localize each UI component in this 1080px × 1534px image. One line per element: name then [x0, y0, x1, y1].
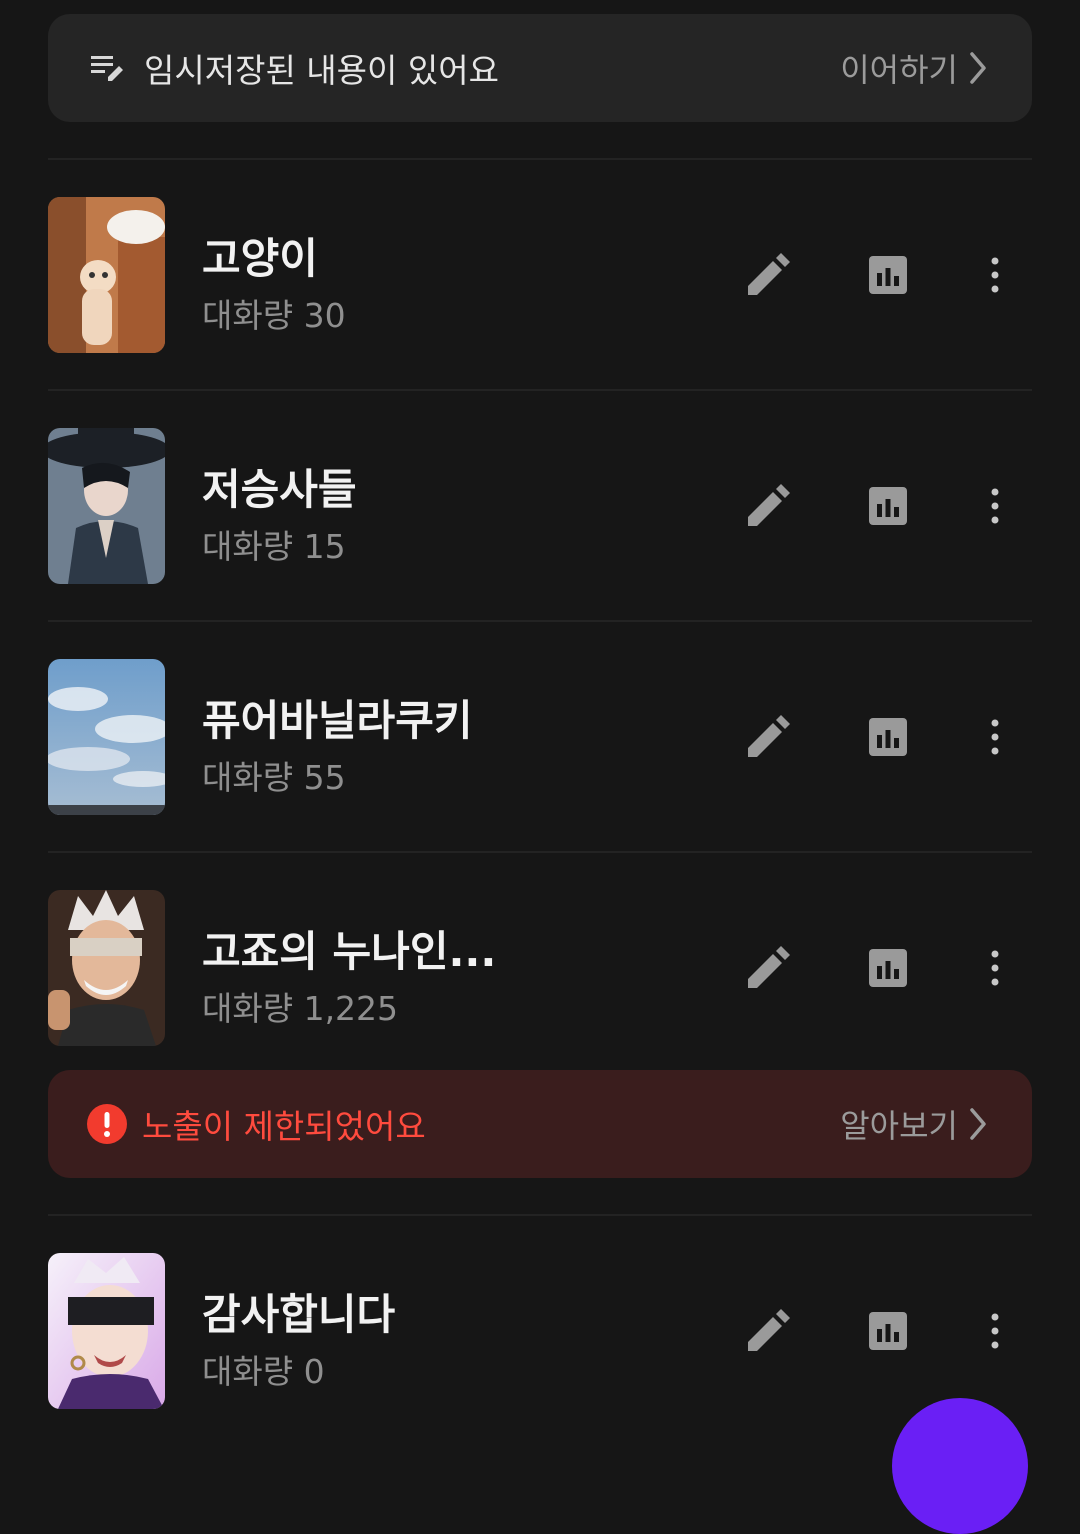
- continue-link[interactable]: 이어하기: [840, 45, 988, 91]
- alert-icon: [86, 1103, 128, 1145]
- chat-count: 대화량 15: [202, 527, 346, 566]
- chevron-right-icon: [970, 52, 986, 84]
- work-title: 퓨어바닐라쿠키: [202, 696, 473, 745]
- work-item[interactable]: 감사합니다 대화량 0: [48, 1253, 1032, 1409]
- divider: [48, 158, 1032, 160]
- edit-button[interactable]: [746, 1309, 790, 1353]
- edit-note-icon: [88, 48, 128, 88]
- cat-comic-image: [48, 197, 165, 353]
- more-button[interactable]: [973, 715, 1017, 759]
- stats-button[interactable]: [866, 715, 910, 759]
- bar-chart-icon: [869, 256, 907, 294]
- more-vertical-icon: [991, 257, 999, 293]
- work-item[interactable]: 저승사들 대화량 15: [48, 428, 1032, 584]
- dark-haired-man-hat-image: [48, 428, 165, 584]
- bar-chart-icon: [869, 487, 907, 525]
- stats-button[interactable]: [866, 253, 910, 297]
- pencil-icon: [748, 715, 790, 757]
- more-vertical-icon: [991, 950, 999, 986]
- chevron-right-icon: [970, 1108, 986, 1140]
- stats-button[interactable]: [866, 1309, 910, 1353]
- edit-button[interactable]: [746, 484, 790, 528]
- draft-banner[interactable]: 임시저장된 내용이 있어요 이어하기: [48, 14, 1032, 122]
- work-title: 고죠의 누나인...: [202, 927, 497, 976]
- chat-count: 대화량 0: [202, 1352, 325, 1391]
- edit-button[interactable]: [746, 253, 790, 297]
- more-button[interactable]: [973, 253, 1017, 297]
- bar-chart-icon: [869, 949, 907, 987]
- chat-count: 대화량 30: [202, 296, 346, 335]
- pencil-icon: [748, 484, 790, 526]
- edit-button[interactable]: [746, 715, 790, 759]
- work-title: 감사합니다: [202, 1290, 396, 1339]
- work-item[interactable]: 고죠의 누나인... 대화량 1,225: [48, 890, 1032, 1046]
- stats-button[interactable]: [866, 946, 910, 990]
- more-vertical-icon: [991, 1313, 999, 1349]
- divider: [48, 389, 1032, 391]
- draft-banner-text: 임시저장된 내용이 있어요: [144, 51, 499, 90]
- create-fab-button[interactable]: [892, 1398, 1028, 1534]
- divider: [48, 1214, 1032, 1216]
- edit-button[interactable]: [746, 946, 790, 990]
- work-item[interactable]: 고양이 대화량 30: [48, 197, 1032, 353]
- learn-more-link[interactable]: 알아보기: [840, 1101, 988, 1147]
- divider: [48, 620, 1032, 622]
- more-button[interactable]: [973, 1309, 1017, 1353]
- more-vertical-icon: [991, 488, 999, 524]
- continue-label: 이어하기: [840, 51, 958, 89]
- stats-button[interactable]: [866, 484, 910, 528]
- anime-blindfold-character-image: [48, 890, 165, 1046]
- pencil-icon: [748, 1309, 790, 1351]
- more-button[interactable]: [973, 484, 1017, 528]
- more-button[interactable]: [973, 946, 1017, 990]
- restriction-text: 노출이 제한되었어요: [142, 1107, 426, 1146]
- more-vertical-icon: [991, 719, 999, 755]
- cloudy-sky-image: [48, 659, 165, 815]
- pencil-icon: [748, 946, 790, 988]
- chat-count: 대화량 1,225: [202, 989, 399, 1028]
- divider: [48, 851, 1032, 853]
- chat-count: 대화량 55: [202, 758, 346, 797]
- pencil-icon: [748, 253, 790, 295]
- anime-purple-blindfold-image: [48, 1253, 165, 1409]
- restriction-banner[interactable]: 노출이 제한되었어요 알아보기: [48, 1070, 1032, 1178]
- bar-chart-icon: [869, 1312, 907, 1350]
- learn-more-label: 알아보기: [840, 1107, 958, 1145]
- work-item[interactable]: 퓨어바닐라쿠키 대화량 55: [48, 659, 1032, 815]
- work-title: 고양이: [202, 234, 318, 283]
- bar-chart-icon: [869, 718, 907, 756]
- work-title: 저승사들: [202, 465, 357, 514]
